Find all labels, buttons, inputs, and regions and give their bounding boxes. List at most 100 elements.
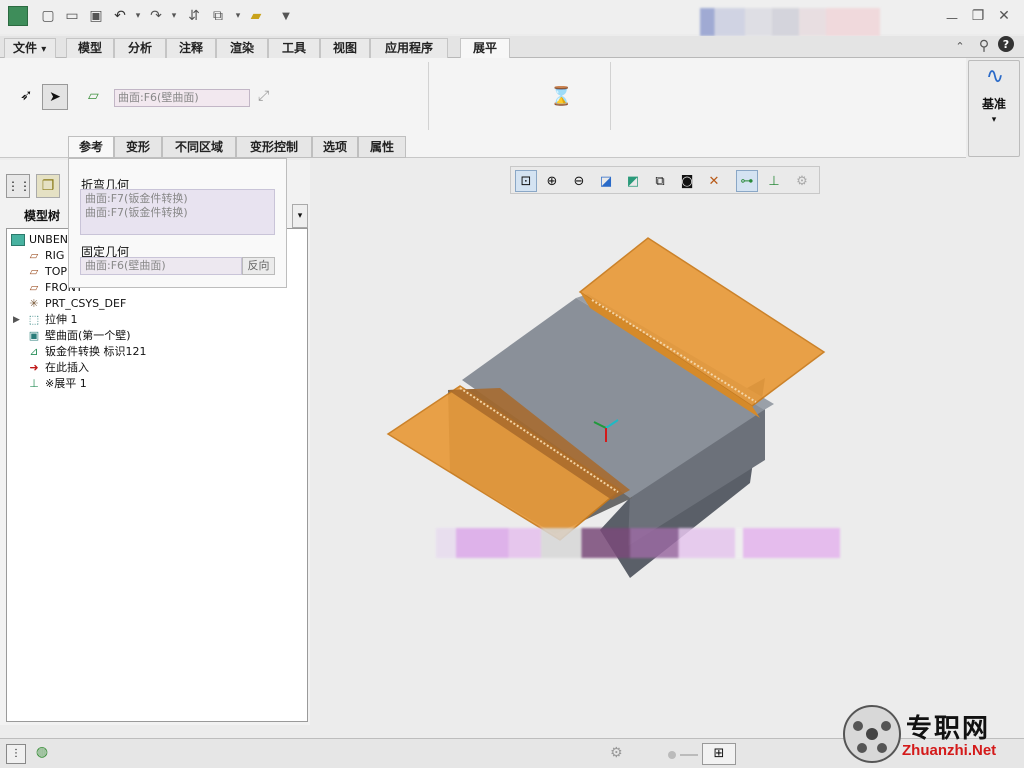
- spin-center-icon[interactable]: ⊶: [736, 170, 758, 192]
- bend-geometry-collector[interactable]: 曲面:F7(钣金件转换) 曲面:F7(钣金件转换): [80, 189, 275, 235]
- selection-filter-icon[interactable]: ⊞: [702, 743, 736, 765]
- tree-item[interactable]: ▶ ⬚ 拉伸 1: [13, 312, 78, 328]
- regen-status-icon: ⚙: [610, 745, 623, 761]
- zoom-out-icon[interactable]: ⊖: [568, 170, 590, 192]
- tab-analysis[interactable]: 分析: [114, 38, 166, 58]
- tab-tools[interactable]: 工具: [268, 38, 320, 58]
- windows-icon[interactable]: ⧉: [208, 6, 228, 26]
- datum-label: 基准: [981, 97, 1006, 111]
- undo-dropdown-icon[interactable]: ▾: [128, 6, 148, 26]
- tree-item-label: 在此插入: [45, 361, 89, 374]
- select-arrow-icon[interactable]: ➤: [42, 84, 68, 110]
- view-manager-icon[interactable]: ◙: [676, 170, 698, 192]
- folder-browser-icon[interactable]: ❐: [36, 174, 60, 198]
- datum-plane-icon: ▱: [29, 281, 39, 294]
- minimize-icon[interactable]: —: [942, 8, 962, 28]
- render-options-icon[interactable]: ⚙: [791, 170, 813, 192]
- customize-icon[interactable]: ▼: [276, 6, 296, 26]
- tree-item[interactable]: ⊥ ※展平 1: [27, 376, 87, 392]
- display-style-icon[interactable]: ◩: [622, 170, 644, 192]
- watermark-ball-icon: [843, 705, 901, 763]
- datum-display-icon[interactable]: ✕: [703, 170, 725, 192]
- new-icon[interactable]: ▢: [38, 6, 58, 26]
- watermark-url: Zhuanzhi.Net: [902, 742, 997, 759]
- ribbon-tabs: 文件 ▾ 模型 分析 注释 渲染 工具 视图 应用程序 展平 ⌃ ⚲ ?: [0, 36, 1024, 59]
- regenerate-icon[interactable]: ⇵: [184, 6, 204, 26]
- insert-here-icon: ➜: [29, 361, 39, 374]
- tree-item-label: PRT_CSYS_DEF: [45, 297, 127, 310]
- csys-icon: ✳: [29, 297, 39, 310]
- restore-icon[interactable]: ❐: [968, 6, 988, 26]
- pick-arrow-icon[interactable]: ➶: [20, 86, 40, 108]
- tab-view[interactable]: 视图: [320, 38, 370, 58]
- search-icon[interactable]: ⚲: [974, 36, 994, 56]
- app-icon[interactable]: [8, 6, 28, 26]
- tab-different-regions[interactable]: 不同区域: [162, 136, 236, 158]
- flip-direction-icon[interactable]: ⤢: [258, 88, 278, 108]
- tab-references[interactable]: 参考: [68, 136, 114, 158]
- tree-item[interactable]: ▣ 壁曲面(第一个壁): [27, 328, 131, 344]
- tree-settings-dropdown-icon[interactable]: ▾: [292, 204, 308, 228]
- tab-flatten[interactable]: 展平: [460, 38, 510, 59]
- repaint-icon[interactable]: ◪: [595, 170, 617, 192]
- ribbon-divider: [428, 62, 429, 130]
- zoom-in-icon[interactable]: ⊕: [541, 170, 563, 192]
- tree-item[interactable]: ➜ 在此插入: [27, 360, 89, 376]
- navigator-toggle-icon[interactable]: ⋮: [6, 744, 26, 764]
- tree-item[interactable]: ✳ PRT_CSYS_DEF: [27, 296, 126, 312]
- tree-item-label: 钣金件转换 标识121: [45, 345, 147, 358]
- close-icon[interactable]: ✕: [994, 6, 1014, 26]
- datum-group[interactable]: ∿ 基准 ▾: [968, 60, 1020, 157]
- collapse-ribbon-icon[interactable]: ⌃: [950, 36, 970, 56]
- tab-deformation[interactable]: 变形: [114, 136, 162, 158]
- browser-toggle-icon[interactable]: ◍: [32, 744, 52, 764]
- in-graphics-toolbar: ⊡ ⊕ ⊖ ◪ ◩ ⧉ ◙ ✕ ⊶ ⊥ ⚙: [510, 166, 820, 194]
- extrude-icon: ⬚: [28, 313, 40, 326]
- tab-deformation-control[interactable]: 变形控制: [236, 136, 312, 158]
- tab-annotate[interactable]: 注释: [166, 38, 216, 58]
- wall-surface-icon: ▣: [28, 329, 40, 342]
- saved-orientations-icon[interactable]: ⧉: [649, 170, 671, 192]
- tab-properties[interactable]: 属性: [358, 136, 406, 158]
- model-tree: UNBEND_ ▱ RIG ▱ TOP ▱ FRONT ✳ PRT_CSYS_DEF ▶…: [6, 228, 308, 722]
- tab-render[interactable]: 渲染: [216, 38, 268, 58]
- tab-applications[interactable]: 应用程序: [370, 38, 448, 58]
- flip-button[interactable]: 反向: [242, 257, 275, 275]
- model-tree-header: 模型树: [24, 209, 61, 223]
- model-tree-tab-icon[interactable]: ⋮⋮: [6, 174, 31, 198]
- flatten-icon: ⊥: [29, 377, 39, 390]
- datum-plane-icon: ▱: [29, 265, 39, 278]
- help-icon[interactable]: ?: [998, 36, 1014, 52]
- blurred-title: [700, 8, 880, 36]
- datum-plane-icon: ▱: [29, 249, 39, 262]
- tree-item-label: TOP: [45, 265, 68, 278]
- tree-item[interactable]: ⊿ 钣金件转换 标识121: [27, 344, 147, 360]
- tree-item[interactable]: ▱ RIG: [27, 248, 65, 264]
- expand-arrow-icon[interactable]: ▶: [13, 312, 27, 328]
- tab-file[interactable]: 文件 ▾: [4, 38, 56, 58]
- undo-icon[interactable]: ↶: [110, 6, 130, 26]
- pause-hourglass-icon[interactable]: ⌛: [550, 86, 572, 110]
- refit-icon[interactable]: ⊡: [515, 170, 537, 192]
- close-window-icon[interactable]: ▰: [246, 6, 266, 26]
- save-icon[interactable]: ▣: [86, 6, 106, 26]
- fixed-geometry-field[interactable]: 曲面:F6(壁曲面): [80, 257, 242, 275]
- redo-icon[interactable]: ↷: [146, 6, 166, 26]
- tab-options[interactable]: 选项: [312, 136, 358, 158]
- tab-model[interactable]: 模型: [66, 38, 114, 58]
- annotation-display-icon[interactable]: ⊥: [763, 170, 785, 192]
- datum-icon: ∿: [985, 64, 1005, 89]
- datum-dropdown-icon[interactable]: ▾: [969, 115, 1019, 125]
- open-icon[interactable]: ▭: [62, 6, 82, 26]
- status-line: [680, 754, 698, 756]
- surface-collector-field[interactable]: 曲面:F6(壁曲面): [114, 89, 250, 107]
- status-dot-icon: [668, 751, 676, 759]
- redo-dropdown-icon[interactable]: ▾: [164, 6, 184, 26]
- quick-access-toolbar: ▢ ▭ ▣ ↶ ▾ ↷ ▾ ⇵ ⧉ ▾ ▰ ▼ — ❐ ✕: [0, 0, 1024, 36]
- blurred-overlay: [436, 528, 840, 558]
- bend-geometry-item: 曲面:F7(钣金件转换): [85, 192, 188, 205]
- part-icon: [11, 234, 25, 246]
- ribbon-divider-2: [610, 62, 611, 130]
- tree-item[interactable]: ▱ TOP: [27, 264, 67, 280]
- windows-dropdown-icon[interactable]: ▾: [228, 6, 248, 26]
